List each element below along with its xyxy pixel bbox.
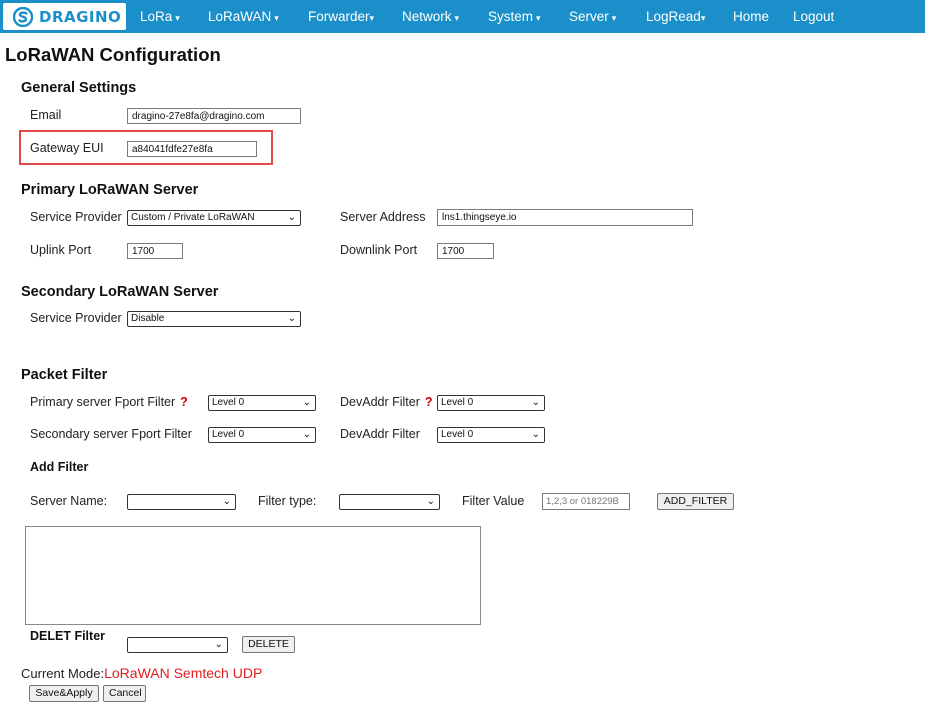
- general-settings-heading: General Settings: [21, 80, 137, 96]
- primary-service-provider-label: Service Provider: [30, 210, 122, 224]
- chevron-down-icon: ⌄: [214, 639, 223, 650]
- filter-list-textarea[interactable]: [25, 526, 481, 625]
- secondary-server-heading: Secondary LoRaWAN Server: [21, 284, 219, 300]
- primary-fport-filter-text: Primary server Fport Filter: [30, 395, 176, 409]
- chevron-down-icon: ▾: [536, 13, 541, 23]
- delete-filter-heading: DELET Filter: [30, 629, 106, 643]
- filter-type-select[interactable]: ⌄: [339, 494, 440, 510]
- chevron-down-icon: ⌄: [287, 212, 296, 223]
- help-icon[interactable]: ?: [425, 395, 433, 409]
- dragino-logo[interactable]: DRAGINO: [3, 3, 126, 30]
- nav-forwarder-menu[interactable]: Forwarder▾: [308, 9, 374, 24]
- primary-devaddr-filter-label: DevAddr Filter?: [340, 395, 433, 409]
- chevron-down-icon: ⌄: [222, 496, 231, 507]
- chevron-down-icon: ▾: [274, 13, 279, 23]
- dragino-s-icon: [13, 6, 33, 27]
- current-mode-label: Current Mode:: [21, 666, 105, 681]
- gateway-eui-label: Gateway EUI: [30, 141, 104, 155]
- delete-filter-select[interactable]: ⌄: [127, 637, 228, 653]
- nav-server-menu[interactable]: Server ▾: [569, 9, 616, 24]
- primary-server-heading: Primary LoRaWAN Server: [21, 182, 199, 198]
- select-value: Level 0: [212, 397, 245, 408]
- chevron-down-icon: ⌄: [302, 397, 311, 408]
- gateway-eui-field[interactable]: [127, 141, 257, 157]
- select-value: Level 0: [441, 397, 474, 408]
- cancel-button[interactable]: Cancel: [103, 685, 146, 702]
- secondary-fport-filter-select[interactable]: Level 0 ⌄: [208, 427, 316, 443]
- help-icon[interactable]: ?: [180, 395, 188, 409]
- select-value: Disable: [131, 313, 165, 324]
- primary-service-provider-select[interactable]: Custom / Private LoRaWAN ⌄: [127, 210, 301, 226]
- server-name-select[interactable]: ⌄: [127, 494, 236, 510]
- nav-label: Network: [402, 9, 452, 24]
- nav-label: LogRead: [646, 9, 701, 24]
- server-address-field[interactable]: [437, 209, 693, 226]
- page-title: LoRaWAN Configuration: [5, 44, 221, 65]
- top-navbar: DRAGINO LoRa ▾ LoRaWAN ▾ Forwarder▾ Networ…: [0, 0, 925, 33]
- chevron-down-icon: ▾: [700, 13, 706, 23]
- select-value: Level 0: [441, 429, 474, 440]
- brand-name: DRAGINO: [39, 7, 122, 26]
- chevron-down-icon: ▾: [369, 13, 375, 23]
- current-mode-value: LoRaWAN Semtech UDP: [104, 665, 263, 681]
- nav-label: System: [488, 9, 534, 24]
- chevron-down-icon: ▾: [454, 13, 460, 23]
- server-address-label: Server Address: [340, 210, 426, 224]
- downlink-port-field[interactable]: [437, 243, 494, 259]
- nav-system-menu[interactable]: System ▾: [488, 9, 541, 24]
- select-value: Custom / Private LoRaWAN: [131, 212, 255, 223]
- add-filter-heading: Add Filter: [30, 460, 89, 474]
- add-filter-button[interactable]: ADD_FILTER: [657, 493, 734, 510]
- secondary-devaddr-filter-select[interactable]: Level 0 ⌄: [437, 427, 545, 443]
- nav-label: LoRa: [140, 9, 173, 24]
- chevron-down-icon: ⌄: [531, 429, 540, 440]
- delete-button[interactable]: DELETE: [242, 636, 295, 653]
- chevron-down-icon: ▾: [611, 13, 617, 23]
- server-name-label: Server Name:: [30, 494, 108, 508]
- nav-logread-menu[interactable]: LogRead▾: [646, 9, 705, 24]
- nav-home-link[interactable]: Home: [733, 9, 769, 24]
- email-field[interactable]: [127, 108, 301, 124]
- primary-devaddr-filter-text: DevAddr Filter: [340, 395, 420, 409]
- nav-label: Server: [569, 9, 609, 24]
- primary-fport-filter-label: Primary server Fport Filter?: [30, 395, 188, 409]
- nav-lorawan-menu[interactable]: LoRaWAN ▾: [208, 9, 279, 24]
- nav-label: Forwarder: [308, 9, 370, 24]
- select-value: Level 0: [212, 429, 245, 440]
- current-mode: Current Mode:LoRaWAN Semtech UDP: [21, 665, 262, 681]
- chevron-down-icon: ▾: [175, 13, 180, 23]
- secondary-devaddr-filter-label: DevAddr Filter: [340, 427, 420, 441]
- nav-logout-link[interactable]: Logout: [793, 9, 834, 24]
- save-apply-button[interactable]: Save&Apply: [29, 685, 99, 702]
- filter-type-label: Filter type:: [258, 494, 317, 508]
- downlink-port-label: Downlink Port: [340, 243, 418, 257]
- nav-network-menu[interactable]: Network ▾: [402, 9, 459, 24]
- primary-devaddr-filter-select[interactable]: Level 0 ⌄: [437, 395, 545, 411]
- chevron-down-icon: ⌄: [426, 496, 435, 507]
- uplink-port-field[interactable]: [127, 243, 183, 259]
- nav-label: LoRaWAN: [208, 9, 272, 24]
- filter-value-input[interactable]: [542, 493, 630, 510]
- uplink-port-label: Uplink Port: [30, 243, 92, 257]
- email-label: Email: [30, 108, 62, 122]
- chevron-down-icon: ⌄: [287, 313, 296, 324]
- chevron-down-icon: ⌄: [531, 397, 540, 408]
- secondary-service-provider-select[interactable]: Disable ⌄: [127, 311, 301, 327]
- primary-fport-filter-select[interactable]: Level 0 ⌄: [208, 395, 316, 411]
- chevron-down-icon: ⌄: [302, 429, 311, 440]
- secondary-service-provider-label: Service Provider: [30, 311, 122, 325]
- packet-filter-heading: Packet Filter: [21, 367, 108, 383]
- nav-lora-menu[interactable]: LoRa ▾: [140, 9, 180, 24]
- secondary-fport-filter-label: Secondary server Fport Filter: [30, 427, 192, 441]
- filter-value-label: Filter Value: [462, 494, 525, 508]
